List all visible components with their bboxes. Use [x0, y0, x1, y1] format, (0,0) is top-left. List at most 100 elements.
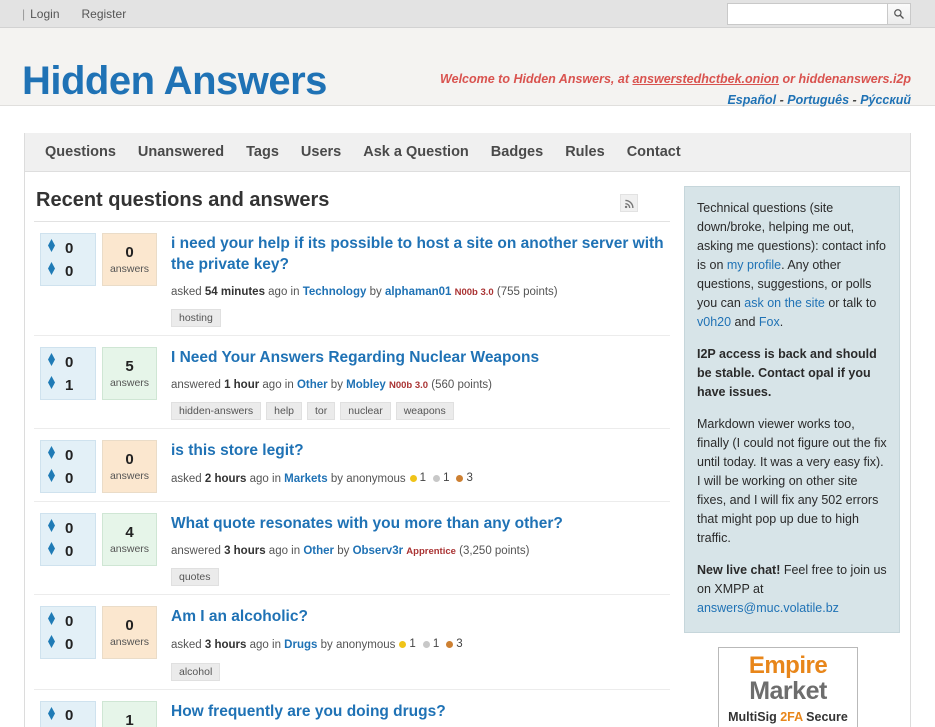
downvote-row[interactable]: 0: [46, 633, 95, 656]
question-title-link[interactable]: I Need Your Answers Regarding Nuclear We…: [171, 348, 670, 369]
question-title-link[interactable]: Am I an alcoholic?: [171, 607, 670, 628]
tag-link[interactable]: hosting: [171, 309, 221, 328]
question-category-link[interactable]: Technology: [303, 286, 367, 298]
question-time: 2 hours: [204, 473, 247, 486]
nav-item-contact[interactable]: Contact: [616, 133, 692, 171]
author-badges: 1 1 3: [409, 470, 477, 487]
page-heading-row: Recent questions and answers: [34, 172, 670, 222]
upvote-icon[interactable]: [46, 446, 57, 464]
nav-item-rules[interactable]: Rules: [554, 133, 616, 171]
downvote-icon[interactable]: [46, 262, 57, 280]
page-title: Recent questions and answers: [36, 189, 330, 211]
question-title-link[interactable]: i need your help if its possible to host…: [171, 234, 670, 276]
empire-market-ad[interactable]: Empire Market MultiSig 2FA Secure Ƀ Ł ɱ: [718, 647, 858, 727]
upvote-row[interactable]: 0: [46, 237, 95, 260]
search-input[interactable]: [727, 3, 887, 25]
nav-item-questions[interactable]: Questions: [34, 133, 127, 171]
answer-count: 0: [125, 451, 134, 469]
question-title-link[interactable]: is this store legit?: [171, 441, 670, 462]
login-link[interactable]: Login: [30, 7, 59, 21]
upvote-icon[interactable]: [46, 706, 57, 725]
lang-portugues[interactable]: Português: [787, 93, 849, 107]
ad-feature-multisig: MultiSig: [728, 710, 777, 725]
upvote-icon[interactable]: [46, 519, 57, 537]
fox-link[interactable]: Fox: [759, 315, 780, 329]
upvote-row[interactable]: 0: [46, 444, 95, 467]
downvote-icon[interactable]: [46, 376, 57, 394]
lang-russian[interactable]: Pýсский: [860, 93, 911, 107]
author-rank-badge: Apprentice: [406, 546, 456, 558]
lang-sep-1: -: [779, 92, 784, 107]
ask-on-the-site-link[interactable]: ask on the site: [744, 296, 825, 310]
main-navigation: Questions Unanswered Tags Users Ask a Qu…: [25, 133, 910, 172]
upvote-icon[interactable]: [46, 353, 57, 371]
nav-item-users[interactable]: Users: [290, 133, 352, 171]
question-category-link[interactable]: Drugs: [284, 639, 317, 651]
upvote-icon[interactable]: [46, 239, 57, 257]
gold-badge-count: 1: [419, 472, 427, 485]
main-content: Recent questions and answers 0 0 0 answers i…: [25, 172, 684, 727]
upvote-row[interactable]: 0: [46, 704, 95, 727]
upvote-row[interactable]: 0: [46, 610, 95, 633]
question-category-link[interactable]: Other: [303, 545, 334, 557]
upvote-row[interactable]: 0: [46, 517, 95, 540]
question-row: 0 1 5 answers I Need Your Answers Regarding …: [34, 336, 670, 430]
question-row: 0 0 0 answers i need your help if its possib…: [34, 222, 670, 337]
question-category-link[interactable]: Markets: [284, 473, 327, 485]
tag-link[interactable]: quotes: [171, 568, 219, 587]
nav-item-ask-a-question[interactable]: Ask a Question: [352, 133, 480, 171]
register-link[interactable]: Register: [82, 7, 127, 21]
question-author[interactable]: Observ3r: [353, 545, 404, 557]
answer-count-label: answers: [109, 263, 150, 275]
rss-feed-button[interactable]: [620, 194, 638, 212]
xmpp-link[interactable]: answers@muc.volatile.bz: [697, 601, 839, 615]
downvote-icon[interactable]: [46, 542, 57, 560]
tag-link[interactable]: tor: [307, 402, 336, 421]
question-category-link[interactable]: Other: [297, 379, 328, 391]
nav-item-unanswered[interactable]: Unanswered: [127, 133, 235, 171]
downvote-icon[interactable]: [46, 469, 57, 487]
question-by: by: [334, 545, 353, 558]
answer-count: 5: [125, 358, 134, 376]
question-title-link[interactable]: What quote resonates with you more than …: [171, 514, 670, 535]
downvote-icon[interactable]: [46, 635, 57, 653]
question-tags: hosting: [171, 309, 670, 328]
tag-link[interactable]: weapons: [395, 402, 454, 421]
question-author[interactable]: Mobley: [346, 379, 386, 391]
question-author[interactable]: alphaman01: [385, 286, 451, 298]
upvote-icon[interactable]: [46, 612, 57, 630]
tag-link[interactable]: nuclear: [340, 402, 391, 421]
question-time: 3 hours: [204, 639, 247, 652]
answer-count-box: 1answer: [102, 700, 157, 727]
lang-espanol[interactable]: Español: [727, 93, 776, 107]
nav-item-tags[interactable]: Tags: [235, 133, 290, 171]
vote-box: 00: [40, 233, 96, 286]
downvote-row[interactable]: 0: [46, 467, 95, 490]
downvote-row[interactable]: 1: [46, 374, 95, 397]
links-separator: |: [22, 6, 26, 21]
tag-link[interactable]: hidden-answers: [171, 402, 262, 421]
downvote-row[interactable]: 0: [46, 260, 95, 283]
silver-badge-count: 1: [432, 638, 440, 651]
search-button[interactable]: [887, 3, 911, 25]
downvote-row[interactable]: 0: [46, 540, 95, 563]
site-title[interactable]: Hidden Answers: [22, 61, 327, 101]
i2p-url-link[interactable]: hiddenanswers.i2p: [798, 72, 911, 86]
vote-box: 00: [40, 440, 96, 494]
silver-badge-count: 1: [443, 472, 450, 485]
question-title-link[interactable]: How frequently are you doing drugs?: [171, 702, 670, 723]
v0h20-link[interactable]: v0h20: [697, 315, 731, 329]
nav-item-badges[interactable]: Badges: [480, 133, 554, 171]
upvote-row[interactable]: 0: [46, 351, 95, 374]
answer-count-box: 0 answers: [102, 606, 157, 660]
tag-link[interactable]: help: [266, 402, 302, 421]
announcement-paragraph-3: Markdown viewer works too, finally (I co…: [697, 417, 887, 545]
upvote-count: 0: [65, 519, 74, 537]
question-time: 3 hours: [224, 545, 266, 558]
onion-url-link[interactable]: answerstedhctbek.onion: [632, 72, 779, 86]
upvote-count: 0: [65, 707, 74, 725]
vote-box: 00: [40, 606, 96, 660]
tag-link[interactable]: alcohol: [171, 662, 221, 681]
my-profile-link[interactable]: my profile: [727, 258, 781, 272]
question-time: 54 minutes: [204, 285, 265, 298]
